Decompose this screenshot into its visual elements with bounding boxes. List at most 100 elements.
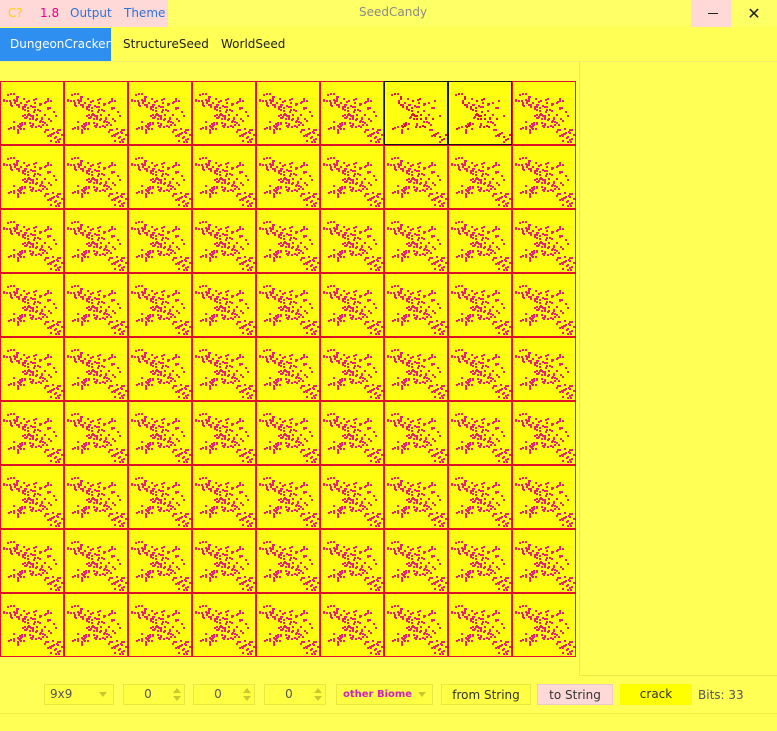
menu-output-item[interactable]: Output	[70, 5, 112, 21]
grid-cell[interactable]	[512, 337, 576, 401]
grid-cell[interactable]	[320, 273, 384, 337]
grid-cell[interactable]	[128, 465, 192, 529]
grid-cell[interactable]	[384, 529, 448, 593]
grid-cell[interactable]	[448, 273, 512, 337]
grid-cell[interactable]	[0, 337, 64, 401]
grid-cell[interactable]	[384, 145, 448, 209]
grid-cell[interactable]	[128, 209, 192, 273]
grid-cell[interactable]	[64, 81, 128, 145]
grid-cell[interactable]	[512, 81, 576, 145]
grid-cell[interactable]	[320, 401, 384, 465]
grid-cell[interactable]	[320, 145, 384, 209]
grid-cell[interactable]	[256, 337, 320, 401]
grid-cell[interactable]	[128, 273, 192, 337]
menu-version-item[interactable]: 1.8	[40, 5, 59, 21]
spin-down-icon[interactable]	[173, 696, 181, 701]
grid-cell[interactable]	[448, 401, 512, 465]
menu-theme-item[interactable]: Theme	[124, 5, 165, 21]
grid-cell[interactable]	[192, 81, 256, 145]
tab-dungeon-cracker[interactable]: DungeonCracker	[0, 28, 111, 61]
grid-cell[interactable]	[448, 593, 512, 657]
grid-cell[interactable]	[128, 401, 192, 465]
grid-cell[interactable]	[384, 465, 448, 529]
grid-cell[interactable]	[512, 529, 576, 593]
grid-cell[interactable]	[128, 145, 192, 209]
grid-cell[interactable]	[256, 529, 320, 593]
offset-x-spinner[interactable]: 0	[123, 684, 185, 705]
spin-up-icon[interactable]	[243, 688, 251, 693]
grid-cell[interactable]	[448, 81, 512, 145]
spin-up-icon[interactable]	[314, 688, 322, 693]
grid-cell[interactable]	[64, 529, 128, 593]
grid-cell[interactable]	[384, 81, 448, 145]
grid-cell[interactable]	[512, 465, 576, 529]
grid-cell[interactable]	[448, 465, 512, 529]
grid-cell[interactable]	[256, 401, 320, 465]
grid-cell[interactable]	[192, 209, 256, 273]
grid-cell[interactable]	[256, 273, 320, 337]
close-button[interactable]: ✕	[731, 0, 777, 27]
grid-cell[interactable]	[0, 529, 64, 593]
grid-cell[interactable]	[64, 593, 128, 657]
grid-cell[interactable]	[192, 337, 256, 401]
biome-select[interactable]: other Biome	[336, 684, 433, 705]
grid-cell[interactable]	[320, 465, 384, 529]
grid-cell[interactable]	[320, 529, 384, 593]
grid-cell[interactable]	[128, 81, 192, 145]
grid-cell[interactable]	[0, 81, 64, 145]
grid-cell[interactable]	[256, 145, 320, 209]
grid-cell[interactable]	[256, 209, 320, 273]
grid-cell[interactable]	[192, 529, 256, 593]
spin-up-icon[interactable]	[173, 688, 181, 693]
grid-cell[interactable]	[256, 81, 320, 145]
grid-cell[interactable]	[384, 593, 448, 657]
grid-cell[interactable]	[512, 145, 576, 209]
size-select[interactable]: 9x9	[44, 684, 114, 705]
grid-cell[interactable]	[0, 273, 64, 337]
grid-cell[interactable]	[384, 337, 448, 401]
from-string-button[interactable]: from String	[441, 684, 531, 705]
grid-cell[interactable]	[320, 593, 384, 657]
grid-cell[interactable]	[64, 401, 128, 465]
grid-cell[interactable]	[384, 209, 448, 273]
grid-cell[interactable]	[0, 593, 64, 657]
grid-cell[interactable]	[64, 465, 128, 529]
offset-y-spinner[interactable]: 0	[193, 684, 255, 705]
grid-cell[interactable]	[64, 209, 128, 273]
grid-cell[interactable]	[320, 337, 384, 401]
grid-cell[interactable]	[192, 401, 256, 465]
grid-cell[interactable]	[192, 273, 256, 337]
grid-cell[interactable]	[192, 465, 256, 529]
grid-cell[interactable]	[384, 401, 448, 465]
grid-cell[interactable]	[128, 593, 192, 657]
tab-structure-seed[interactable]: StructureSeed	[113, 28, 209, 61]
to-string-button[interactable]: to String	[537, 684, 613, 705]
spin-down-icon[interactable]	[314, 696, 322, 701]
grid-cell[interactable]	[512, 401, 576, 465]
grid-cell[interactable]	[0, 465, 64, 529]
grid-cell[interactable]	[64, 145, 128, 209]
grid-cell[interactable]	[64, 273, 128, 337]
grid-cell[interactable]	[64, 337, 128, 401]
grid-cell[interactable]	[192, 593, 256, 657]
grid-cell[interactable]	[448, 529, 512, 593]
grid-cell[interactable]	[0, 209, 64, 273]
grid-cell[interactable]	[448, 209, 512, 273]
grid-cell[interactable]	[0, 401, 64, 465]
grid-cell[interactable]	[448, 145, 512, 209]
grid-cell[interactable]	[0, 145, 64, 209]
menu-c-item[interactable]: C?	[8, 5, 23, 21]
grid-cell[interactable]	[128, 529, 192, 593]
grid-cell[interactable]	[512, 209, 576, 273]
grid-cell[interactable]	[320, 81, 384, 145]
offset-z-spinner[interactable]: 0	[264, 684, 326, 705]
grid-cell[interactable]	[320, 209, 384, 273]
grid-cell[interactable]	[128, 337, 192, 401]
tab-world-seed[interactable]: WorldSeed	[211, 28, 295, 61]
grid-cell[interactable]	[384, 273, 448, 337]
grid-cell[interactable]	[448, 337, 512, 401]
spin-down-icon[interactable]	[243, 696, 251, 701]
dungeon-floor-grid[interactable]	[0, 81, 576, 657]
grid-cell[interactable]	[256, 465, 320, 529]
crack-button[interactable]: crack	[620, 684, 692, 705]
